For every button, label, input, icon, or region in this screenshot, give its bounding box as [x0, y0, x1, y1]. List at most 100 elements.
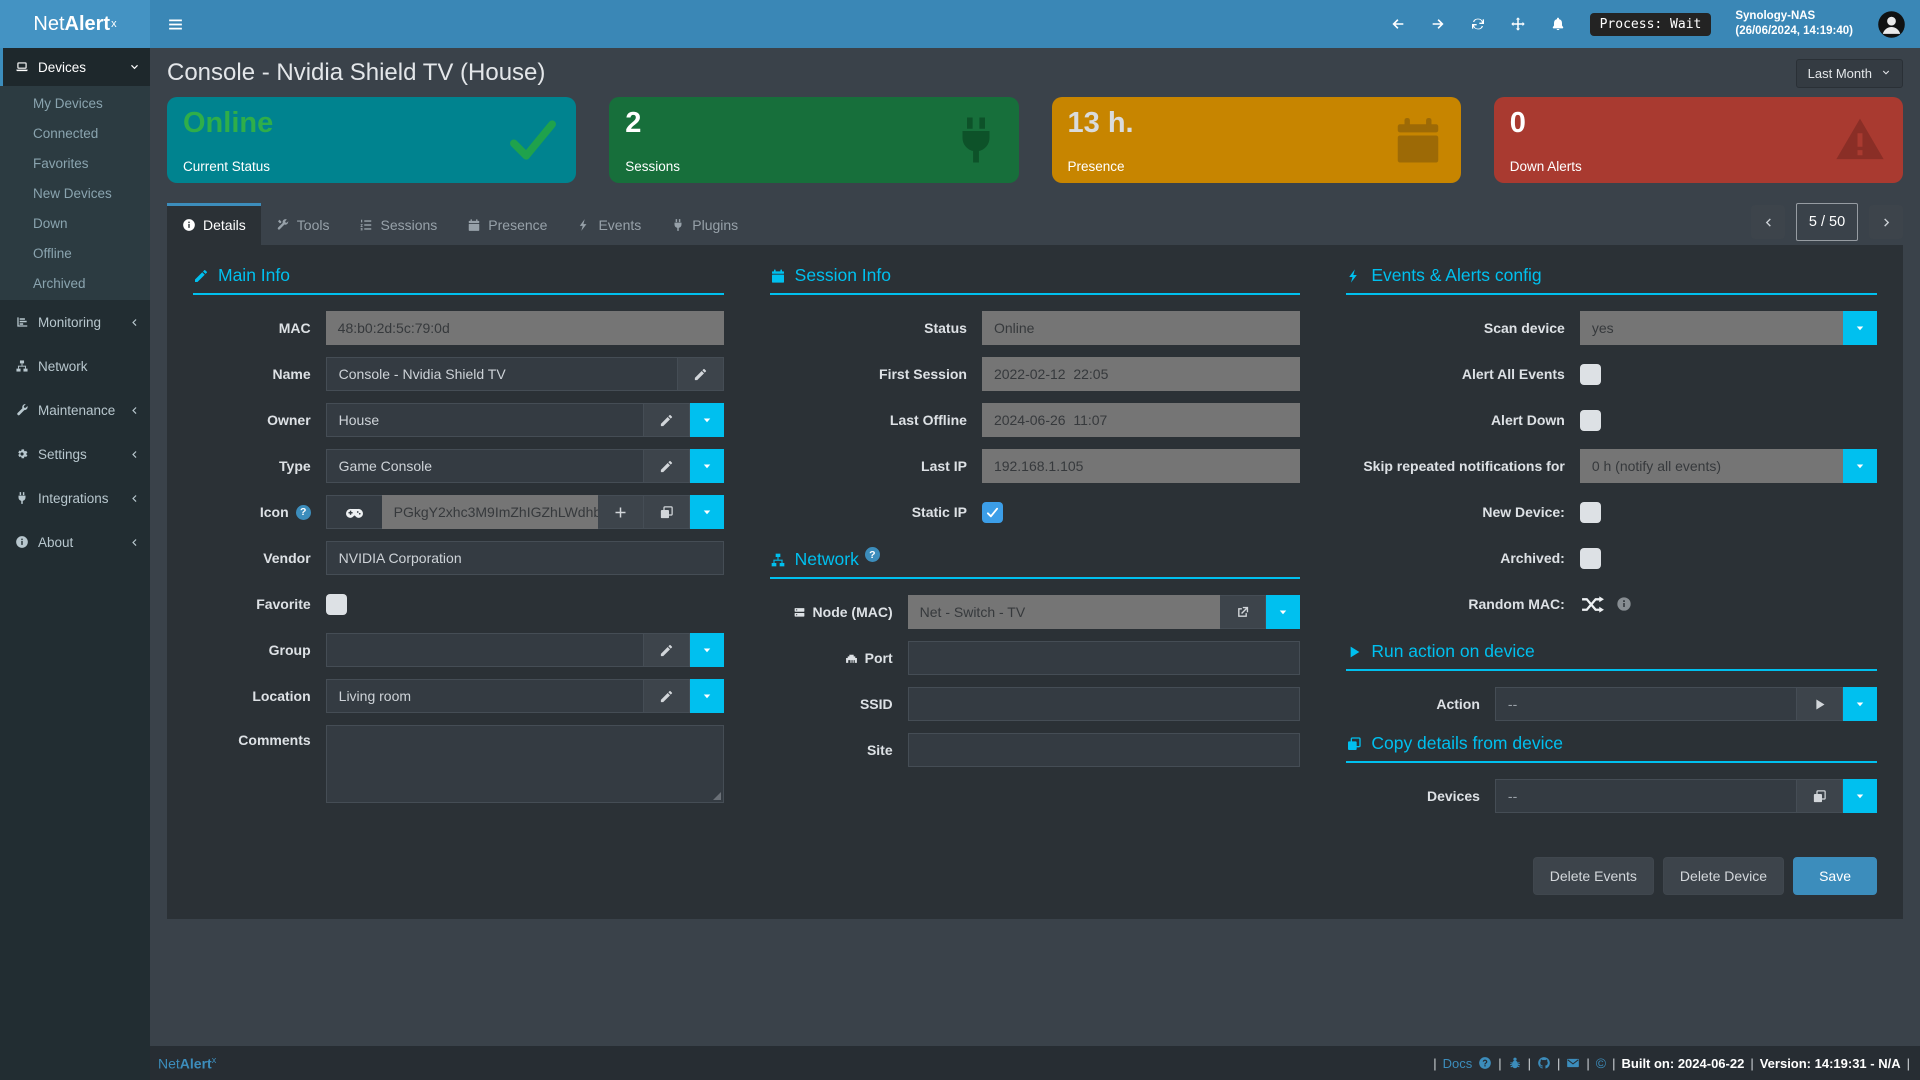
skip-repeated-notifications-for-select[interactable]: 0 h (notify all events): [1580, 449, 1843, 483]
tab-plugins[interactable]: Plugins: [656, 203, 753, 245]
sidebar-item-maintenance[interactable]: Maintenance: [0, 388, 150, 432]
tab-events[interactable]: Events: [562, 203, 656, 245]
sidebar-subitem-favorites[interactable]: Favorites: [0, 148, 150, 178]
ssid-input[interactable]: [908, 687, 1301, 721]
location-caret-button[interactable]: [690, 679, 724, 713]
user-avatar[interactable]: [1877, 10, 1906, 39]
sidebar-subitem-connected[interactable]: Connected: [0, 118, 150, 148]
github-icon[interactable]: [1537, 1056, 1551, 1070]
sidebar-toggle-icon[interactable]: [167, 0, 184, 48]
group-input[interactable]: [326, 633, 644, 667]
app-logo[interactable]: NetAlertx: [0, 0, 150, 48]
prev-device-button[interactable]: [1751, 205, 1785, 239]
form-row-mac: MAC48:b0:2d:5c:79:0d: [193, 311, 724, 345]
owner-pencil-button[interactable]: [644, 403, 690, 437]
copy-details-header: Copy details from device: [1346, 733, 1877, 763]
tab-presence[interactable]: Presence: [452, 203, 562, 245]
arrow-left-icon[interactable]: [1390, 16, 1406, 32]
icon-plus-button[interactable]: [598, 495, 644, 529]
comments-textarea[interactable]: [326, 725, 724, 803]
node-mac-caret-button[interactable]: [1266, 595, 1300, 629]
footer-separator: |: [1612, 1056, 1615, 1071]
footer-info: |Docs||||©|Built on: 2024-06-22|Version:…: [1433, 1055, 1910, 1071]
devices-copy-button[interactable]: [1797, 779, 1843, 813]
last-ip-label: Last IP: [770, 458, 982, 474]
footer-separator: |: [1557, 1056, 1560, 1071]
type-caret-button[interactable]: [690, 449, 724, 483]
node-mac-select[interactable]: Net - Switch - TV: [908, 595, 1221, 629]
question-circle-icon[interactable]: [1478, 1056, 1492, 1070]
bug-icon[interactable]: [1508, 1056, 1522, 1070]
help-icon[interactable]: ?: [865, 547, 880, 562]
action-play-button[interactable]: [1797, 687, 1843, 721]
archived-checkbox[interactable]: [1580, 548, 1601, 569]
sidebar-item-about[interactable]: About: [0, 520, 150, 564]
scan-device-select[interactable]: yes: [1580, 311, 1843, 345]
footer-brand[interactable]: NetAlertx: [158, 1055, 216, 1072]
sidebar-subitem-offline[interactable]: Offline: [0, 238, 150, 268]
warning-icon: [1833, 113, 1887, 167]
form-row-action: Action--: [1346, 687, 1877, 721]
sidebar-subitem-archived[interactable]: Archived: [0, 268, 150, 298]
save-button[interactable]: Save: [1793, 857, 1877, 895]
devices-input[interactable]: --: [1495, 779, 1797, 813]
sidebar-item-devices[interactable]: Devices: [0, 48, 150, 86]
node-mac-external-link-button[interactable]: [1220, 595, 1266, 629]
sidebar-subitem-my-devices[interactable]: My Devices: [0, 88, 150, 118]
name-pencil-button[interactable]: [678, 357, 724, 391]
tab-tools[interactable]: Tools: [261, 203, 345, 245]
skip-repeated-notifications-for-caret-button[interactable]: [1843, 449, 1877, 483]
fullscreen-move-icon[interactable]: [1510, 16, 1526, 32]
sidebar-item-settings[interactable]: Settings: [0, 432, 150, 476]
favorite-checkbox[interactable]: [326, 594, 347, 615]
action-caret-button[interactable]: [1843, 687, 1877, 721]
devices-caret-button[interactable]: [1843, 779, 1877, 813]
devices-control: --: [1495, 779, 1877, 813]
group-pencil-button[interactable]: [644, 633, 690, 667]
alert-all-events-checkbox[interactable]: [1580, 364, 1601, 385]
sidebar-item-integrations[interactable]: Integrations: [0, 476, 150, 520]
type-input[interactable]: Game Console: [326, 449, 644, 483]
location-pencil-button[interactable]: [644, 679, 690, 713]
new-device-checkbox[interactable]: [1580, 502, 1601, 523]
location-input[interactable]: Living room: [326, 679, 644, 713]
owner-caret-button[interactable]: [690, 403, 724, 437]
bell-icon[interactable]: [1550, 16, 1566, 32]
sidebar-subitem-new-devices[interactable]: New Devices: [0, 178, 150, 208]
name-input[interactable]: Console - Nvidia Shield TV: [326, 357, 678, 391]
delete-events-button[interactable]: Delete Events: [1533, 857, 1654, 895]
site-input[interactable]: [908, 733, 1301, 767]
action-input[interactable]: --: [1495, 687, 1797, 721]
icon-caret-button[interactable]: [690, 495, 724, 529]
device-pagination: 5 / 50: [1751, 203, 1903, 241]
next-device-button[interactable]: [1869, 205, 1903, 239]
refresh-icon[interactable]: [1470, 16, 1486, 32]
sidebar-item-monitoring[interactable]: Monitoring: [0, 300, 150, 344]
last-ip-value: 192.168.1.105: [982, 449, 1300, 483]
bolt-icon: [577, 218, 591, 232]
chevron-left-icon: [129, 317, 140, 328]
tab-sessions[interactable]: Sessions: [344, 203, 452, 245]
port-label: Port: [770, 650, 908, 666]
period-selector[interactable]: Last Month: [1796, 59, 1903, 88]
envelope-icon[interactable]: [1566, 1056, 1580, 1070]
port-input[interactable]: [908, 641, 1301, 675]
sidebar-item-network[interactable]: Network: [0, 344, 150, 388]
tab-details[interactable]: Details: [167, 203, 261, 245]
help-icon[interactable]: ?: [296, 505, 311, 520]
scan-device-caret-button[interactable]: [1843, 311, 1877, 345]
group-caret-button[interactable]: [690, 633, 724, 667]
footer-link-docs[interactable]: Docs: [1443, 1056, 1473, 1071]
delete-device-button[interactable]: Delete Device: [1663, 857, 1784, 895]
form-row-alert-down: Alert Down: [1346, 403, 1877, 437]
owner-input[interactable]: House: [326, 403, 644, 437]
alert-down-checkbox[interactable]: [1580, 410, 1601, 431]
type-pencil-button[interactable]: [644, 449, 690, 483]
vendor-input[interactable]: NVIDIA Corporation: [326, 541, 724, 575]
sidebar-subitem-down[interactable]: Down: [0, 208, 150, 238]
sidebar-item-label: About: [38, 535, 73, 550]
arrow-right-icon[interactable]: [1430, 16, 1446, 32]
icon-copy-button[interactable]: [644, 495, 690, 529]
static-ip-checkbox[interactable]: [982, 502, 1003, 523]
info-dot-icon: [1616, 596, 1632, 612]
